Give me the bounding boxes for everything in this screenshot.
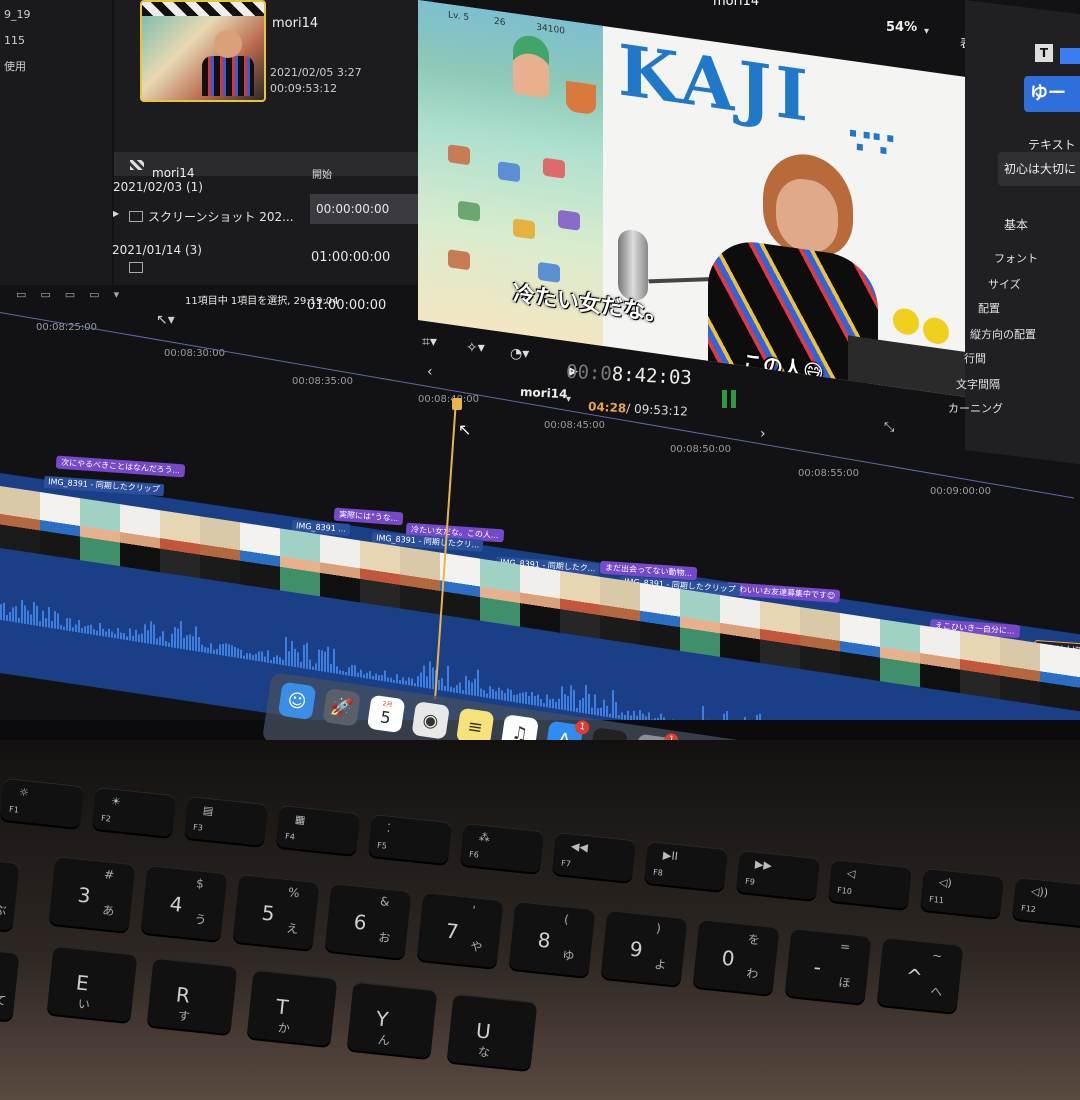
key-kana-label: て: [0, 991, 7, 1009]
key-5[interactable]: 5% え: [233, 874, 320, 950]
key-kana-label: わ: [746, 964, 760, 982]
key-4[interactable]: 4 $ う: [141, 865, 228, 941]
key-main-label: 3: [77, 883, 92, 908]
key-kana-label: ぶ: [0, 901, 7, 919]
key-kana-label: よ: [654, 955, 668, 973]
key-kana-label: い: [77, 995, 91, 1013]
key-f8[interactable]: ▶II F8: [644, 841, 728, 891]
key-kana-label: ゆ: [562, 946, 576, 964]
fkey-icon: ◀◀: [570, 840, 588, 855]
key-kana-label: ほ: [838, 973, 852, 991]
key-shift-label: を: [747, 930, 761, 948]
key-shift-label: ~: [931, 948, 942, 963]
key-shift-label: &: [379, 894, 390, 909]
key-kana-label: う: [194, 910, 208, 928]
key-kana-label: え: [286, 919, 300, 937]
fkey-label: F4: [285, 832, 296, 842]
fkey-label: F9: [745, 877, 756, 887]
key-f10[interactable]: ◁ F10: [828, 859, 912, 909]
key-kana-label: か: [277, 1019, 291, 1037]
key-main-label: 8: [537, 928, 552, 953]
key-main-label: 6: [353, 910, 368, 935]
key-partial[interactable]: て: [0, 947, 19, 1020]
key-y[interactable]: Yん: [347, 982, 438, 1058]
fkey-label: F3: [193, 823, 204, 833]
fkey-icon: ☼: [18, 786, 29, 800]
key-kana-label: へ: [930, 982, 944, 1000]
key-shift-label: ): [655, 921, 661, 935]
key-main-label: 5: [261, 901, 276, 926]
key-t[interactable]: Tか: [247, 970, 338, 1046]
fkey-icon: ⁚: [386, 822, 391, 835]
key-kana-label: や: [470, 937, 484, 955]
key-6[interactable]: 6& お: [325, 883, 412, 959]
key-main-label: ^: [905, 964, 924, 990]
fkey-icon: ⁂: [478, 831, 490, 845]
key-kana-label: あ: [102, 901, 116, 919]
key-main-label: E: [75, 970, 90, 995]
fkey-label: F5: [377, 841, 388, 851]
key-main-label: Y: [375, 1006, 390, 1031]
fkey-icon: ◁)): [1030, 885, 1048, 900]
key-shift-label: =: [839, 939, 850, 954]
key--[interactable]: - = ほ: [785, 928, 872, 1004]
key-kana-label: お: [378, 928, 392, 946]
fkey-label: F2: [101, 814, 112, 824]
key-u[interactable]: Uな: [447, 994, 538, 1070]
key-f1[interactable]: ☼ F1: [0, 778, 84, 828]
key-f9[interactable]: ▶▶ F9: [736, 850, 820, 900]
key-8[interactable]: 8 ( ゆ: [509, 901, 596, 977]
key-main-label: 7: [445, 919, 460, 944]
fkey-icon: ▶▶: [754, 858, 772, 873]
key-f6[interactable]: ⁂ F6: [460, 823, 544, 873]
fkey-label: F6: [469, 850, 480, 860]
fkey-label: F1: [9, 805, 20, 815]
fkey-icon: ◁): [938, 876, 952, 890]
fkey-icon: ▤: [202, 804, 214, 818]
key-kana-label: な: [477, 1043, 491, 1061]
key-shift-label: %: [287, 885, 300, 900]
key-f7[interactable]: ◀◀ F7: [552, 832, 636, 882]
fkey-icon: ☀: [110, 795, 121, 809]
keyboard: ☼ F1 ☀ F2 ▤ F3 ▦ F4 ⁚ F5 ⁂ F6 ◀◀ F7 ▶II F8 ▶▶ F9 ◁ F10 ◁) F11…: [0, 0, 1080, 1080]
fkey-label: F8: [653, 868, 664, 878]
key-partial[interactable]: ぶ: [0, 857, 19, 930]
key-f11[interactable]: ◁) F11: [920, 868, 1004, 918]
fkey-icon: ▦: [294, 813, 306, 827]
key-f4[interactable]: ▦ F4: [276, 805, 360, 855]
key-shift-label: (: [563, 912, 569, 926]
key-9[interactable]: 9) よ: [601, 910, 688, 986]
key-main-label: 9: [629, 937, 644, 962]
key-main-label: U: [475, 1018, 492, 1043]
fkey-label: F7: [561, 859, 572, 869]
key-kana-label: ん: [377, 1031, 391, 1049]
key-^[interactable]: ^ ~ へ: [877, 937, 964, 1013]
fkey-icon: ◁: [846, 867, 856, 881]
fkey-label: F10: [837, 886, 853, 896]
key-3[interactable]: 3 # あ: [49, 856, 136, 932]
fkey-label: F11: [929, 895, 945, 905]
key-r[interactable]: Rす: [147, 958, 238, 1034]
key-kana-label: す: [177, 1007, 191, 1025]
key-f12[interactable]: ◁)) F12: [1012, 877, 1080, 927]
key-f3[interactable]: ▤ F3: [184, 796, 268, 846]
key-main-label: 4: [169, 892, 184, 917]
key-e[interactable]: Eい: [47, 946, 138, 1022]
fkey-icon: ▶II: [662, 849, 678, 863]
key-main-label: T: [275, 994, 290, 1019]
key-main-label: -: [813, 955, 823, 980]
fkey-label: F12: [1021, 904, 1037, 914]
key-f5[interactable]: ⁚ F5: [368, 814, 452, 864]
key-7[interactable]: 7 ' や: [417, 892, 504, 968]
key-shift-label: ': [471, 903, 476, 917]
key-shift-label: #: [103, 867, 114, 882]
key-0[interactable]: 0をわ: [693, 919, 780, 995]
key-main-label: R: [175, 982, 191, 1007]
key-shift-label: $: [195, 876, 204, 891]
key-f2[interactable]: ☀ F2: [92, 787, 176, 837]
key-main-label: 0: [721, 946, 736, 971]
